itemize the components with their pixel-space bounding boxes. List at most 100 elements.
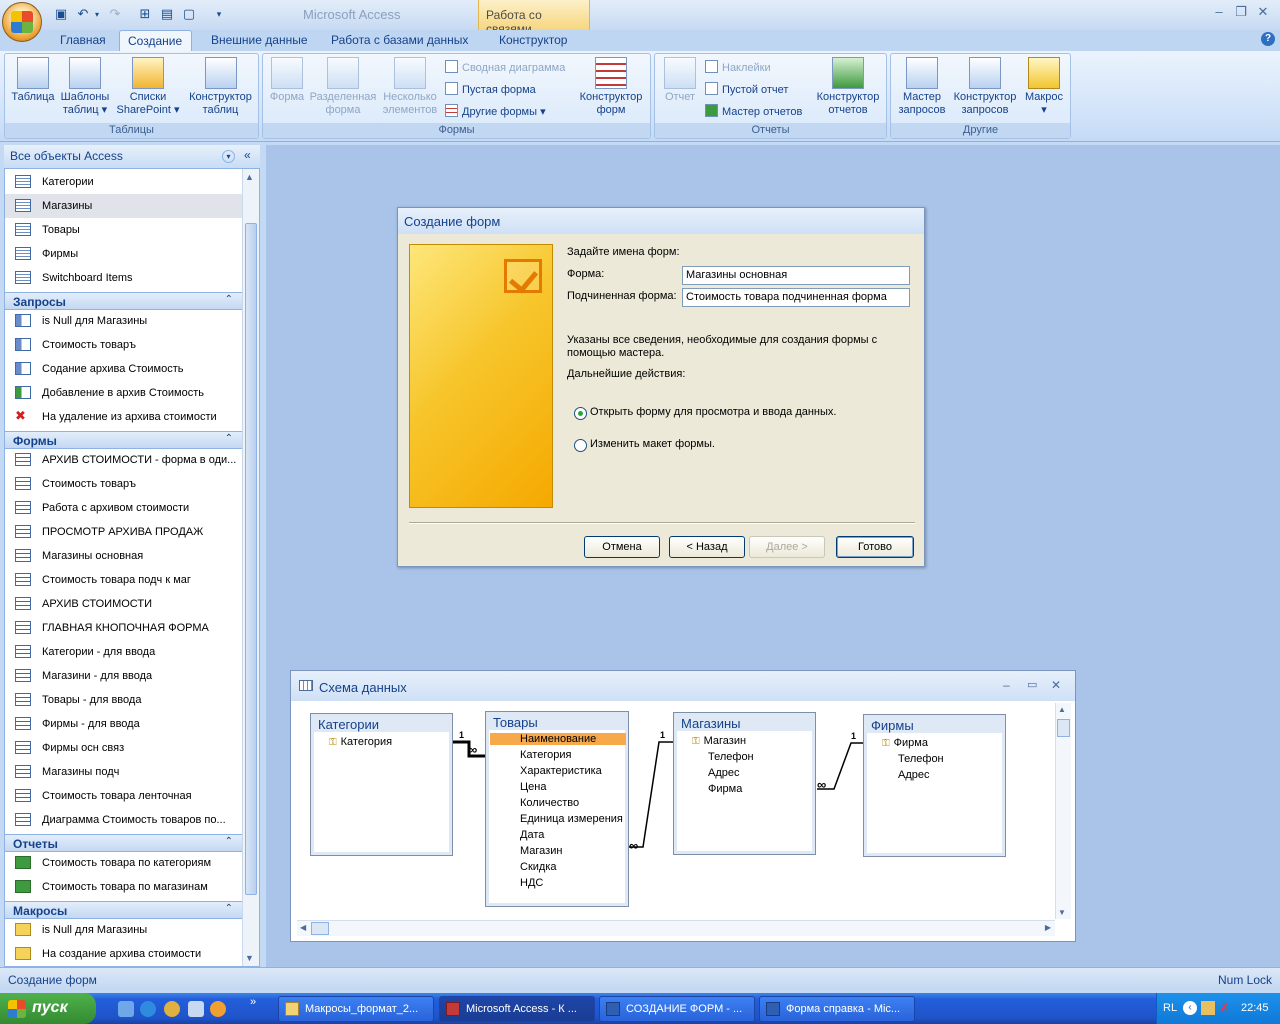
schema-field[interactable]: Характеристика [520, 765, 602, 777]
multiple-items-button[interactable]: Несколько элементов [377, 54, 443, 117]
browser-icon[interactable] [164, 1001, 180, 1017]
schema-field[interactable]: Категория [520, 749, 571, 761]
tab-home[interactable]: Главная [52, 30, 114, 52]
schema-field[interactable]: Скидка [520, 861, 557, 873]
subform-name-input[interactable]: Стоимость товара подчиненная форма [682, 288, 910, 307]
nav-macro-item[interactable]: На создание архива стоимости [5, 942, 243, 966]
customize-qat-icon[interactable]: ▾ [210, 5, 228, 23]
sort-icon[interactable]: ⊞ [136, 5, 154, 23]
sharepoint-lists-button[interactable]: Списки SharePoint ▾ [113, 54, 183, 117]
shutter-bar-close-icon[interactable]: « [244, 148, 251, 162]
taskbar-item-folder[interactable]: Макросы_формат_2... [278, 996, 434, 1022]
tray-app-icon[interactable] [1201, 1001, 1215, 1015]
table-designer-button[interactable]: Конструктор таблиц [183, 54, 258, 117]
tray-back-icon[interactable]: ‹ [1183, 1001, 1197, 1015]
taskbar-item-word-1[interactable]: СОЗДАНИЕ ФОРМ - ... [599, 996, 755, 1022]
form-designer-button[interactable]: Конструктор форм [573, 54, 649, 117]
nav-table-item[interactable]: Магазины [5, 194, 243, 218]
cancel-button[interactable]: Отмена [584, 536, 660, 558]
table-button[interactable]: Таблица [7, 54, 59, 104]
schema-field[interactable]: Телефон [898, 753, 944, 765]
nav-form-item[interactable]: Фирмы - для ввода [5, 712, 243, 736]
schema-table-categories[interactable]: Категории ⚿ Категория [310, 713, 453, 856]
undo-icon[interactable]: ↶ [74, 5, 92, 23]
report-wizard-button[interactable]: Мастер отчетов [705, 104, 802, 118]
media-player-icon[interactable] [210, 1001, 226, 1017]
schema-field-key[interactable]: ⚿ Категория [329, 736, 392, 748]
language-indicator[interactable]: RL [1163, 1002, 1177, 1014]
query-wizard-button[interactable]: Мастер запросов [893, 54, 951, 117]
tab-create[interactable]: Создание [119, 30, 192, 52]
minimize-icon[interactable]: – [1208, 4, 1230, 22]
nav-form-item[interactable]: АРХИВ СТОИМОСТИ [5, 592, 243, 616]
tab-external-data[interactable]: Внешние данные [203, 30, 316, 52]
nav-pane-header[interactable]: Все объекты Access ▾ « [4, 145, 260, 169]
nav-form-item[interactable]: Стоимость товара подч к маг [5, 568, 243, 592]
nav-form-item[interactable]: АРХИВ СТОИМОСТИ - форма в оди... [5, 448, 243, 472]
table-templates-button[interactable]: Шаблоны таблиц ▾ [57, 54, 113, 117]
schema-field[interactable]: Дата [520, 829, 544, 841]
query-designer-button[interactable]: Конструктор запросов [949, 54, 1021, 117]
schema-field-selected[interactable]: Наименование [490, 733, 626, 745]
scroll-down-icon[interactable]: ▼ [245, 953, 254, 963]
nav-table-item[interactable]: Категории [5, 170, 243, 194]
child-close-icon[interactable]: ✕ [1051, 678, 1061, 692]
schema-field[interactable]: Адрес [898, 769, 930, 781]
scroll-left-icon[interactable]: ◀ [300, 923, 306, 932]
nav-form-item[interactable]: Магазины подч [5, 760, 243, 784]
scroll-down-icon[interactable]: ▼ [1058, 908, 1066, 917]
schema-field-key[interactable]: ⚿ Фирма [882, 737, 928, 749]
schema-field[interactable]: Магазин [520, 845, 562, 857]
nav-macro-item[interactable]: is Null для Магазины [5, 918, 243, 942]
schema-field[interactable]: Адрес [708, 767, 740, 779]
nav-menu-dropdown-icon[interactable]: ▾ [222, 150, 235, 163]
labels-button[interactable]: Наклейки [705, 60, 771, 74]
nav-form-item[interactable]: Стоимость товаръ [5, 472, 243, 496]
print-icon[interactable]: ▤ [158, 5, 176, 23]
collapse-chevron-icon[interactable]: ⌃ [225, 433, 233, 444]
back-button[interactable]: < Назад [669, 536, 745, 558]
schema-table-shops[interactable]: Магазины ⚿ Магазин Телефон Адрес Фирма [673, 712, 816, 855]
schema-field[interactable]: Количество [520, 797, 579, 809]
schema-table-products[interactable]: Товары Наименование Категория Характерис… [485, 711, 629, 907]
macro-button[interactable]: Макрос ▾ [1019, 54, 1069, 117]
nav-report-item[interactable]: Стоимость товара по магазинам [5, 875, 243, 899]
start-button[interactable]: пуск [0, 993, 96, 1024]
preview-icon[interactable]: ▢ [180, 5, 198, 23]
form-name-input[interactable]: Магазины основная [682, 266, 910, 285]
nav-section-queries[interactable]: Запросы ⌃ [5, 292, 243, 310]
blank-report-button[interactable]: Пустой отчет [705, 82, 788, 96]
undo-dropdown-icon[interactable]: ▾ [92, 5, 102, 23]
pivot-chart-button[interactable]: Сводная диаграмма [445, 60, 565, 74]
schema-field[interactable]: Цена [520, 781, 546, 793]
split-form-button[interactable]: Разделенная форма [307, 54, 379, 117]
scroll-up-icon[interactable]: ▲ [245, 172, 254, 182]
close-icon[interactable]: ✕ [1252, 4, 1274, 22]
app-launcher-icon[interactable] [188, 1001, 204, 1017]
finish-button[interactable]: Готово [836, 536, 914, 558]
schema-field-key[interactable]: ⚿ Магазин [692, 735, 746, 747]
tab-designer[interactable]: Конструктор [491, 30, 575, 52]
nav-form-item[interactable]: ПРОСМОТР АРХИВА ПРОДАЖ [5, 520, 243, 544]
schema-hscroll-thumb[interactable] [311, 922, 329, 935]
modify-layout-option-label[interactable]: Изменить макет формы. [590, 438, 715, 450]
nav-form-item[interactable]: Магазины основная [5, 544, 243, 568]
save-icon[interactable]: ▣ [52, 5, 70, 23]
form-button[interactable]: Форма [265, 54, 309, 104]
nav-table-item[interactable]: Switchboard Items [5, 266, 243, 290]
scroll-right-icon[interactable]: ▶ [1045, 923, 1051, 932]
nav-form-item[interactable]: Стоимость товара ленточная [5, 784, 243, 808]
schema-hscrollbar[interactable]: ◀ ▶ [297, 920, 1055, 936]
schema-field[interactable]: Фирма [708, 783, 742, 795]
nav-query-item[interactable]: Стоимость товаръ [5, 333, 243, 357]
nav-table-item[interactable]: Фирмы [5, 242, 243, 266]
taskbar-item-word-2[interactable]: Форма справка - Mic... [759, 996, 915, 1022]
help-icon[interactable]: ? [1261, 32, 1275, 46]
clock[interactable]: 22:45 [1241, 1002, 1269, 1014]
nav-section-forms[interactable]: Формы ⌃ [5, 431, 243, 449]
child-minimize-icon[interactable]: – [1003, 678, 1010, 692]
nav-query-item[interactable]: Содание архива Стоимость [5, 357, 243, 381]
nav-scrollbar[interactable]: ▲ ▼ [242, 169, 259, 966]
taskbar-item-access[interactable]: Microsoft Access - К ... [439, 996, 595, 1022]
nav-form-item[interactable]: Категории - для ввода [5, 640, 243, 664]
